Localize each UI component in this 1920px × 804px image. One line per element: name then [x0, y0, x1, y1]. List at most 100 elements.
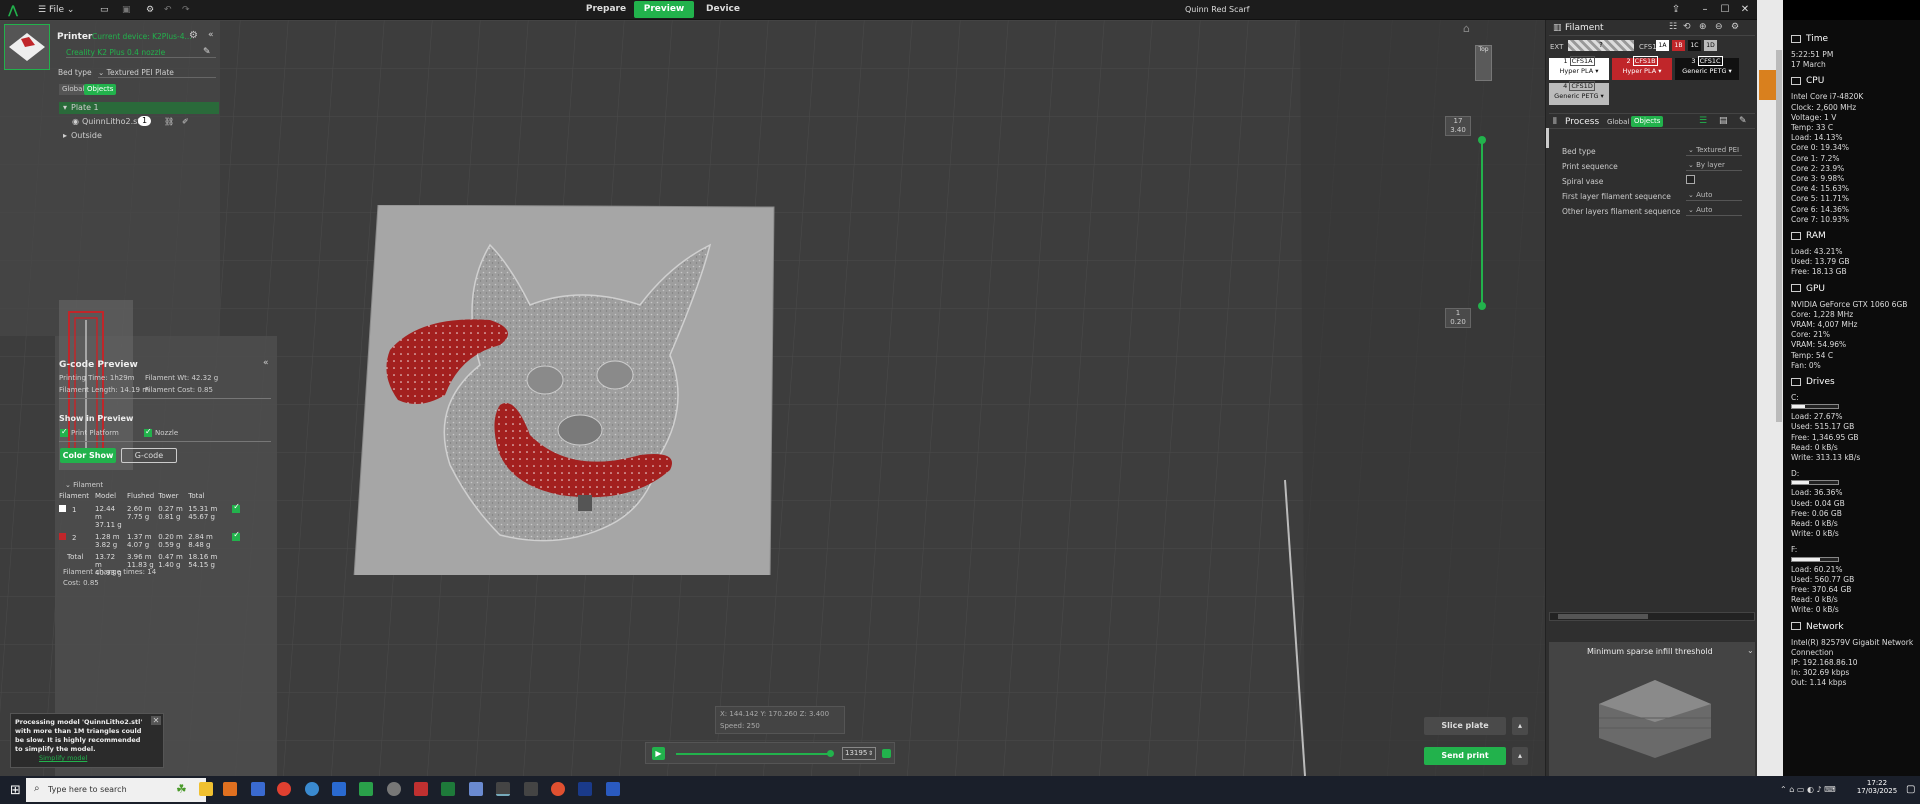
edit-pencil-icon[interactable]: ✎ [203, 47, 211, 57]
save-icon[interactable]: ▣ [122, 0, 131, 20]
tab-prepare[interactable]: Prepare [583, 1, 629, 18]
bed-type-select[interactable]: ⌄ Textured PEI Plate [98, 68, 216, 78]
app-icon-chevron[interactable] [524, 782, 538, 796]
tree-plate-row[interactable]: ▾ Plate 1 [59, 102, 219, 114]
taskbar-search-box[interactable]: ⌕ Type here to search ☘ [26, 778, 206, 802]
slot-filament-name[interactable]: Generic PETG ▾ [1675, 68, 1739, 75]
taskbar-clock[interactable]: 17:22 17/03/2025 [1852, 779, 1902, 795]
filament-slot-1[interactable]: 1 CFS1A Hyper PLA ▾ [1549, 56, 1609, 80]
gear-icon[interactable]: ⚙ [146, 0, 154, 20]
app-icon-remote[interactable] [332, 782, 346, 796]
file-menu[interactable]: ☰ File ⌄ [38, 0, 74, 20]
spinner-arrows-icon[interactable]: ⇕ [868, 748, 873, 759]
send-options-icon[interactable]: ▴ [1512, 747, 1528, 765]
process-toggle-global[interactable]: Global [1607, 118, 1629, 126]
app-icon-blue-square[interactable] [606, 782, 620, 796]
gcode-move-slider-track[interactable] [676, 753, 831, 755]
bed-type-process-select[interactable]: ⌄ Textured PEI P... [1686, 145, 1742, 156]
filament-slot-3[interactable]: 3 CFS1C Generic PETG ▾ [1675, 56, 1739, 80]
excel-icon[interactable] [441, 782, 455, 796]
move-number-input[interactable]: 13195 ⇕ [842, 747, 876, 760]
layer-slider-bottom-handle[interactable] [1478, 302, 1486, 310]
app-icon-green[interactable] [359, 782, 373, 796]
app-icon-blue[interactable] [305, 782, 319, 796]
process-compare-icon[interactable]: ▤ [1719, 116, 1728, 126]
slot-filament-name[interactable]: Generic PETG ▾ [1549, 93, 1609, 100]
chrome-icon[interactable] [277, 782, 291, 796]
app-icon-notepad[interactable] [469, 782, 483, 796]
filament-slot-4[interactable]: 4 CFS1D Generic PETG ▾ [1549, 81, 1609, 105]
view-cube[interactable]: Top [1475, 45, 1492, 81]
stop-icon[interactable] [882, 749, 891, 758]
horizontal-scrollbar[interactable] [1549, 612, 1755, 621]
open-folder-icon[interactable]: ▭ [100, 0, 109, 20]
maximize-button[interactable]: ☐ [1716, 0, 1734, 20]
app-icon-orange[interactable] [551, 782, 565, 796]
system-tray-icons[interactable]: ⌃ ⌂ ▭ ◐ ♪ ⌨ [1780, 785, 1836, 794]
upload-icon[interactable]: ⇪ [1667, 0, 1685, 20]
paint-icon[interactable]: ✐ [182, 117, 189, 126]
layer-slider-top-handle[interactable] [1478, 136, 1486, 144]
printer-thumbnail[interactable] [4, 24, 50, 70]
notifications-icon[interactable]: ▢ [1906, 784, 1915, 795]
close-button[interactable]: ✕ [1736, 0, 1754, 20]
lithophane-model[interactable] [350, 205, 780, 575]
process-edit-icon[interactable]: ✎ [1739, 116, 1747, 126]
tree-outside-row[interactable]: ▸ Outside [63, 130, 213, 142]
scrollbar-thumb[interactable] [1558, 614, 1648, 619]
eye-icon[interactable]: ◉ [72, 117, 79, 126]
slice-plate-button[interactable]: Slice plate [1424, 717, 1506, 735]
filament-visible-checkbox[interactable] [232, 503, 241, 513]
gcode-move-slider-handle[interactable] [827, 750, 834, 757]
background-scrollbar[interactable] [1776, 50, 1782, 422]
simplify-model-link[interactable]: Simplify model [39, 754, 87, 762]
app-icon-red[interactable] [414, 782, 428, 796]
nozzle-checkbox[interactable] [144, 427, 152, 437]
print-sequence-select[interactable]: ⌄ By layer [1686, 160, 1742, 171]
tip-expand-icon[interactable]: ⌄ [1747, 646, 1754, 655]
app-icon-firefox[interactable] [223, 782, 237, 796]
color-show-button[interactable]: Color Show [60, 448, 116, 463]
tab-device[interactable]: Device [700, 1, 746, 18]
filament-sync-icon[interactable]: ⟲ [1683, 22, 1691, 32]
tab-preview[interactable]: Preview [634, 1, 694, 18]
slot-filament-name[interactable]: Hyper PLA ▾ [1549, 68, 1609, 75]
process-toggle-objects[interactable]: Objects [1631, 116, 1664, 127]
tree-object-row[interactable]: ◉ QuinnLitho2.stl 1 ⛓ ✐ [72, 116, 219, 128]
layer-slider-track[interactable] [1481, 140, 1483, 306]
printer-preset-select[interactable]: Creality K2 Plus 0.4 nozzle [66, 48, 216, 58]
filament-visible-checkbox[interactable] [232, 531, 241, 541]
close-icon[interactable]: ✕ [151, 716, 161, 725]
slice-options-icon[interactable]: ▴ [1512, 717, 1528, 735]
gcode-button[interactable]: G-code [121, 448, 177, 463]
file-explorer-icon[interactable] [199, 782, 213, 796]
first-layer-sequence-select[interactable]: ⌄ Auto [1686, 190, 1742, 201]
collapse-icon[interactable]: « [208, 30, 214, 40]
filament-slot-2[interactable]: 2 CFS1B Hyper PLA ▾ [1612, 56, 1672, 80]
print-platform-checkbox[interactable] [60, 427, 68, 437]
filament-list-icon[interactable]: ☷ [1669, 22, 1677, 32]
spiral-vase-checkbox[interactable] [1686, 175, 1695, 184]
slot-filament-name[interactable]: Hyper PLA ▾ [1612, 68, 1672, 75]
play-icon[interactable]: ▶ [652, 747, 665, 760]
ext-slot[interactable]: ? [1568, 40, 1634, 51]
collapse-panel-icon[interactable]: « [263, 358, 269, 368]
undo-icon[interactable]: ↶ [164, 0, 172, 20]
link-icon[interactable]: ⛓ [164, 117, 174, 126]
cfs-slot-1a[interactable]: 1A [1656, 40, 1669, 51]
toggle-objects[interactable]: Objects [84, 84, 117, 95]
cfs-slot-1b[interactable]: 1B [1672, 40, 1685, 51]
filament-settings-icon[interactable]: ⚙ [1731, 22, 1739, 32]
home-icon[interactable]: ⌂ [1463, 22, 1470, 35]
app-icon-flux[interactable] [251, 782, 265, 796]
windows-start-icon[interactable]: ⊞ [10, 783, 21, 798]
cfs-slot-1d[interactable]: 1D [1704, 40, 1717, 51]
app-icon-grey[interactable] [387, 782, 401, 796]
creality-print-icon[interactable] [496, 782, 510, 796]
redo-icon[interactable]: ↷ [182, 0, 190, 20]
app-icon-navy[interactable] [578, 782, 592, 796]
cfs-slot-1c[interactable]: 1C [1688, 40, 1701, 51]
other-layers-sequence-select[interactable]: ⌄ Auto [1686, 205, 1742, 216]
filament-add-icon[interactable]: ⊕ [1699, 22, 1707, 32]
filament-remove-icon[interactable]: ⊖ [1715, 22, 1723, 32]
